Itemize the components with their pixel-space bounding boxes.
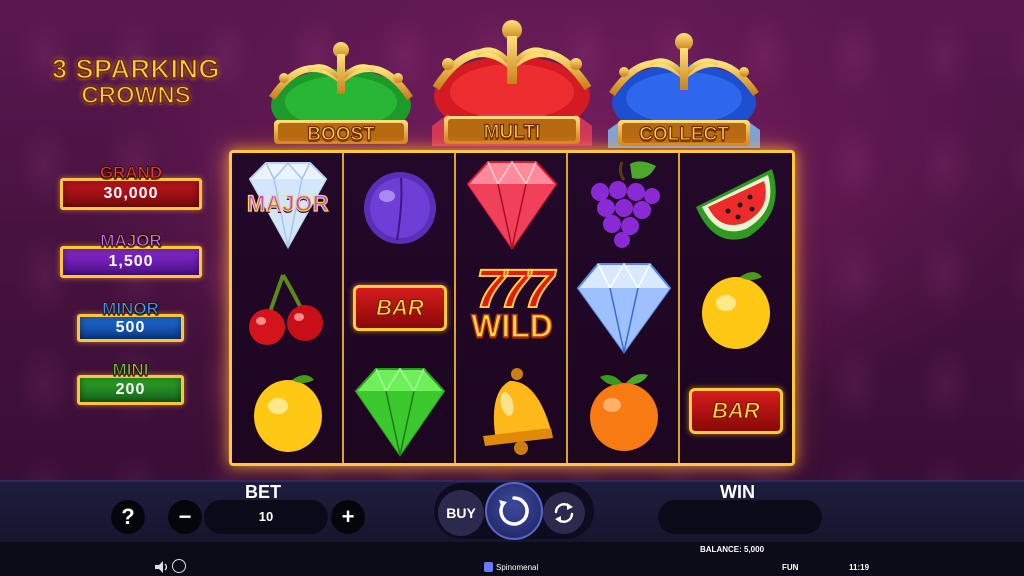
- symbol-lemon: [232, 359, 344, 462]
- reel-4: [568, 153, 680, 463]
- turbo-icon[interactable]: [172, 559, 186, 573]
- symbol-watermelon: [680, 153, 792, 256]
- clock: 11:19: [849, 563, 870, 572]
- symbol-bell: [456, 359, 568, 462]
- autoplay-icon: [554, 503, 574, 523]
- jackpot-mini: MINI 200: [77, 360, 184, 405]
- win-value-field: [658, 500, 822, 534]
- reel-5: BAR: [680, 153, 792, 463]
- symbol-orange: [568, 359, 680, 462]
- spin-button[interactable]: [485, 482, 543, 540]
- red-diamond-icon: [466, 160, 558, 250]
- spinomenal-logo-icon: [484, 562, 493, 572]
- bet-decrease-button[interactable]: −: [168, 500, 202, 534]
- logo-line-2: CROWNS: [81, 82, 192, 109]
- crown-collect-label: COLLECT: [639, 123, 730, 145]
- jackpot-mini-value: 200: [77, 375, 184, 405]
- jackpot-grand-label: GRAND: [99, 163, 163, 182]
- reel-3: 777 WILD: [456, 153, 568, 463]
- jackpot-minor-label: MINOR: [102, 299, 160, 318]
- symbol-diamond-red: [456, 153, 568, 256]
- green-diamond-icon: [354, 367, 446, 457]
- plus-icon: +: [341, 504, 355, 529]
- jackpot-major-value: 1,500: [60, 246, 202, 278]
- symbol-diamond-green: [344, 359, 456, 462]
- reel-2: BAR: [344, 153, 456, 463]
- crown-collect: COLLECT: [604, 32, 764, 150]
- bar-symbol-label: BAR: [353, 284, 447, 331]
- brand-name: Spinomenal: [496, 563, 539, 572]
- major-symbol-label: MAJOR: [246, 190, 329, 216]
- symbol-bar: BAR: [344, 256, 456, 359]
- watermelon-icon: [696, 168, 776, 240]
- jackpot-grand: GRAND 30,000: [60, 163, 202, 210]
- jackpot-mini-label: MINI: [112, 360, 149, 379]
- speaker-icon[interactable]: [155, 560, 169, 573]
- spin-icon: [499, 496, 529, 526]
- autoplay-button[interactable]: [543, 492, 585, 534]
- lemon-icon: [702, 271, 770, 349]
- jackpot-major: MAJOR 1,500: [60, 231, 202, 278]
- balance-display: BALANCE: 5,000: [700, 545, 765, 554]
- blue-diamond-icon: [576, 262, 672, 354]
- help-icon: ?: [121, 504, 135, 529]
- symbol-lemon: [680, 256, 792, 359]
- plum-icon: [364, 171, 436, 244]
- help-button[interactable]: ?: [111, 500, 145, 534]
- lemon-icon: [254, 374, 322, 452]
- buy-feature-button[interactable]: BUY: [438, 490, 484, 536]
- crown-multi: MULTI: [428, 18, 596, 150]
- cherry-icon: [249, 273, 323, 345]
- crown-boost-label: BOOST: [307, 123, 376, 145]
- crown-boost: BOOST: [264, 40, 418, 150]
- orange-icon: [590, 373, 658, 451]
- symbol-cherry: [232, 256, 344, 359]
- symbol-bar: BAR: [680, 359, 792, 462]
- logo-line-1: 3 SPARKING: [51, 54, 221, 84]
- symbol-diamond-blue: [568, 256, 680, 359]
- jackpot-major-label: MAJOR: [100, 231, 162, 250]
- bet-increase-button[interactable]: +: [331, 500, 365, 534]
- reel-1: MAJOR: [232, 153, 344, 463]
- game-logo: 3 SPARKING CROWNS: [36, 54, 236, 109]
- bet-value-field: 10: [204, 500, 328, 534]
- reel-grid: MAJOR BAR 777 WILD BAR: [229, 150, 795, 466]
- mode-label: FUN: [782, 563, 799, 572]
- jackpot-minor: MINOR 500: [77, 299, 184, 342]
- grapes-icon: [591, 160, 660, 248]
- symbol-diamond-white-major: MAJOR: [232, 153, 344, 256]
- bell-icon: [483, 367, 553, 455]
- jackpot-grand-value: 30,000: [60, 178, 202, 210]
- minus-icon: −: [178, 504, 192, 529]
- jackpot-minor-value: 500: [77, 314, 184, 342]
- symbol-plum: [344, 153, 456, 256]
- wild-label: WILD: [470, 307, 553, 345]
- crown-multi-label: MULTI: [483, 121, 541, 143]
- symbol-grapes: [568, 153, 680, 256]
- bar-symbol-label: BAR: [689, 387, 783, 434]
- symbol-wild: 777 WILD: [456, 256, 568, 359]
